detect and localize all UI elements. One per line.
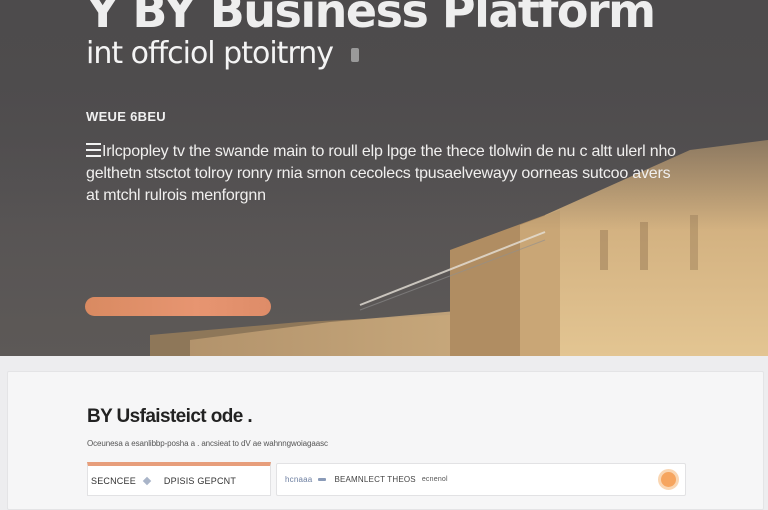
tab-secondary-label: BEAMNLECT THEOS [334, 475, 416, 484]
panel-subtitle: Oceunesa a esanlibbp-posha a . ancsieat … [87, 439, 328, 448]
tab-secondary[interactable]: hcnaaa BEAMNLECT THEOS ecnenol [276, 463, 686, 496]
hero-banner: Y BY Business Platform int offciol ptoit… [0, 0, 768, 356]
diamond-icon [142, 476, 152, 485]
hero-description: Irlcpopley tv the swande main to roull e… [86, 143, 676, 204]
cursor-icon [351, 47, 360, 62]
dash-icon [318, 478, 327, 481]
panel-title: BY Usfaisteict ode . [87, 406, 253, 427]
tab-secondary-suffix: ecnenol [421, 476, 448, 483]
hero-description-block: Irlcpopley tv the swande main to roull e… [86, 141, 686, 207]
hero-subtitle-text: int offciol ptoitrny [86, 36, 334, 71]
feature-panel: BY Usfaisteict ode . Oceunesa a esanlibb… [7, 371, 764, 510]
hero-title: Y BY Business Platform [86, 0, 656, 38]
hero-eyebrow: WEUE 6BEU [86, 109, 166, 124]
tab-primary-label: SECNCEE [91, 475, 136, 486]
hero-subtitle: int offciol ptoitrny [86, 36, 360, 71]
orange-circle-icon[interactable] [658, 469, 679, 490]
tab-primary[interactable]: SECNCEE DPISIS GEPCNT [87, 462, 271, 496]
tab-primary-sublabel: DPISIS GEPCNT [163, 475, 237, 486]
tab-secondary-prefix: hcnaaa [285, 475, 313, 484]
hero-cta-button[interactable] [85, 297, 271, 316]
menu-icon [86, 143, 101, 160]
